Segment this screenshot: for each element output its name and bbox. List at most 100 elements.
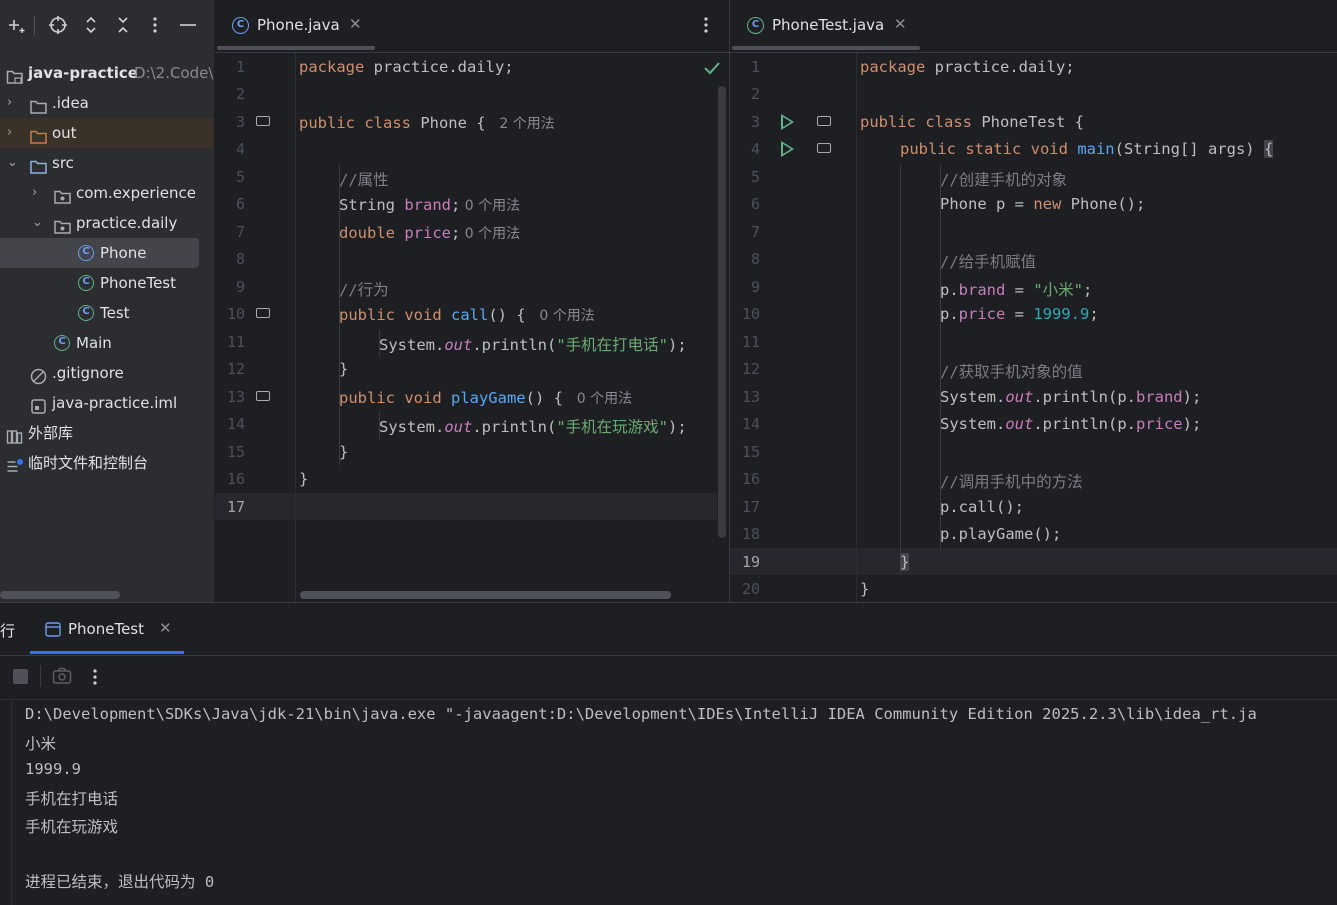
chevron-right-icon[interactable]: › <box>7 88 12 118</box>
usages-gutter-icon[interactable] <box>256 116 270 126</box>
tree-item-scratches[interactable]: 临时文件和控制台 <box>0 448 214 478</box>
tree-item-phonetest[interactable]: C PhoneTest <box>0 268 214 298</box>
console-gutter <box>11 700 12 905</box>
locate-icon[interactable] <box>46 14 70 38</box>
libraries-icon <box>6 425 23 444</box>
right-editor-tabbar: C PhoneTest.java ✕ <box>730 0 1337 53</box>
current-line-highlight <box>215 493 717 520</box>
gutter-divider <box>856 53 857 602</box>
collapse-all-icon[interactable] <box>111 14 135 38</box>
usages-gutter-icon[interactable] <box>817 116 831 126</box>
usage-hint: 0 个用法 <box>534 308 595 324</box>
line-number: 2 <box>235 85 245 103</box>
runnable-class-icon: C <box>747 17 764 34</box>
line-number: 4 <box>750 140 760 158</box>
chevron-right-icon[interactable]: › <box>7 118 12 148</box>
tree-item-phone[interactable]: C Phone <box>0 238 199 268</box>
code-line: double price; 0 个用法 <box>339 224 521 242</box>
toolbar-divider <box>34 16 35 36</box>
tree-item-practice-daily[interactable]: ⌄ practice.daily <box>0 208 214 238</box>
console-line: D:\Development\SDKs\Java\jdk-21\bin\java… <box>25 705 1257 723</box>
class-icon: C <box>78 245 94 261</box>
chevron-down-icon[interactable]: ⌄ <box>7 148 18 178</box>
line-number: 15 <box>741 443 760 461</box>
run-tool-window: 行 PhoneTest ✕ D:\Development\SDKs\Java\j… <box>0 602 1337 905</box>
right-editor: C PhoneTest.java ✕ 1 2 3 4 5 6 7 8 9 10 … <box>730 0 1337 602</box>
tree-item-src[interactable]: ⌄ src <box>0 148 214 178</box>
tab-label: PhoneTest.java <box>772 16 885 34</box>
tree-item-label: com.experience <box>76 184 196 202</box>
code-line: //给手机赋值 <box>940 253 1037 271</box>
run-main-icon[interactable] <box>781 141 794 157</box>
line-number: 2 <box>750 85 760 103</box>
usage-hint: 0 个用法 <box>460 198 521 214</box>
class-icon: C <box>232 17 249 34</box>
code-line: } <box>339 360 349 378</box>
hide-panel-icon[interactable] <box>176 14 200 38</box>
code-line: } <box>339 443 349 461</box>
project-root[interactable]: java-practice D:\2.Code\ <box>0 58 214 88</box>
more-options-icon[interactable] <box>85 666 105 692</box>
active-tab-indicator <box>217 46 375 50</box>
line-number: 11 <box>226 333 245 351</box>
close-icon[interactable]: ✕ <box>159 619 172 637</box>
code-line: System.out.println("手机在玩游戏"); <box>379 418 687 436</box>
line-number: 7 <box>235 223 245 241</box>
line-number: 14 <box>226 415 245 433</box>
tree-item-com-experience[interactable]: › com.experience <box>0 178 214 208</box>
camera-icon[interactable] <box>52 667 72 689</box>
left-editor-vertical-scrollbar[interactable] <box>718 86 726 538</box>
tab-phonetest-java[interactable]: C PhoneTest.java ✕ <box>730 0 922 52</box>
usage-hint: 0 个用法 <box>572 391 633 407</box>
more-tabs-icon[interactable] <box>696 14 716 40</box>
stop-icon[interactable] <box>13 669 28 684</box>
code-line: String brand; 0 个用法 <box>339 196 521 214</box>
tree-item-gitignore[interactable]: .gitignore <box>0 358 214 388</box>
tree-item-main[interactable]: C Main <box>0 328 214 358</box>
console-line: 手机在玩游戏 <box>25 818 119 836</box>
code-line: public static void main(String[] args) { <box>900 140 1274 158</box>
line-number: 1 <box>750 58 760 76</box>
tree-item-label: java-practice.iml <box>52 394 178 412</box>
tree-item-idea[interactable]: › .idea <box>0 88 214 118</box>
run-class-icon[interactable] <box>781 114 794 130</box>
code-line: public void call() { 0 个用法 <box>339 306 595 324</box>
active-tab-indicator <box>732 46 920 50</box>
usage-hint: 2 个用法 <box>494 116 555 132</box>
source-folder-icon <box>30 155 47 174</box>
usages-gutter-icon[interactable] <box>817 143 831 153</box>
expand-all-icon[interactable] <box>79 14 103 38</box>
line-number: 11 <box>741 333 760 351</box>
close-icon[interactable]: ✕ <box>349 15 362 33</box>
project-horizontal-scrollbar[interactable] <box>0 591 120 599</box>
tab-phone-java[interactable]: C Phone.java ✕ <box>215 0 375 52</box>
left-editor-horizontal-scrollbar[interactable] <box>300 591 671 599</box>
tree-item-label: out <box>52 124 77 142</box>
tree-item-out[interactable]: › out <box>0 118 214 148</box>
chevron-right-icon[interactable]: › <box>32 178 37 208</box>
usages-gutter-icon[interactable] <box>256 308 270 318</box>
line-number: 18 <box>741 525 760 543</box>
tree-item-test[interactable]: C Test <box>0 298 214 328</box>
matched-brace: { <box>1263 140 1274 158</box>
inspection-ok-icon[interactable] <box>703 60 721 80</box>
left-editor-tabbar: C Phone.java ✕ <box>215 0 729 53</box>
line-number: 7 <box>750 223 760 241</box>
close-icon[interactable]: ✕ <box>894 15 907 33</box>
usages-gutter-icon[interactable] <box>256 391 270 401</box>
run-tab-label: PhoneTest <box>68 620 145 638</box>
line-number: 1 <box>235 58 245 76</box>
line-number: 15 <box>226 443 245 461</box>
indent-guide <box>940 165 941 550</box>
chevron-down-icon[interactable]: ⌄ <box>32 208 43 238</box>
run-tab-phonetest[interactable]: PhoneTest ✕ <box>30 603 184 655</box>
line-number: 13 <box>741 388 760 406</box>
tree-item-external-libraries[interactable]: 外部库 <box>0 418 214 448</box>
tree-item-label: practice.daily <box>76 214 178 232</box>
tree-item-iml[interactable]: java-practice.iml <box>0 388 214 418</box>
line-number: 10 <box>741 305 760 323</box>
new-file-icon[interactable] <box>5 14 29 38</box>
code-line: //创建手机的对象 <box>940 171 1068 189</box>
line-number: 9 <box>235 278 245 296</box>
more-options-icon[interactable] <box>143 14 167 38</box>
